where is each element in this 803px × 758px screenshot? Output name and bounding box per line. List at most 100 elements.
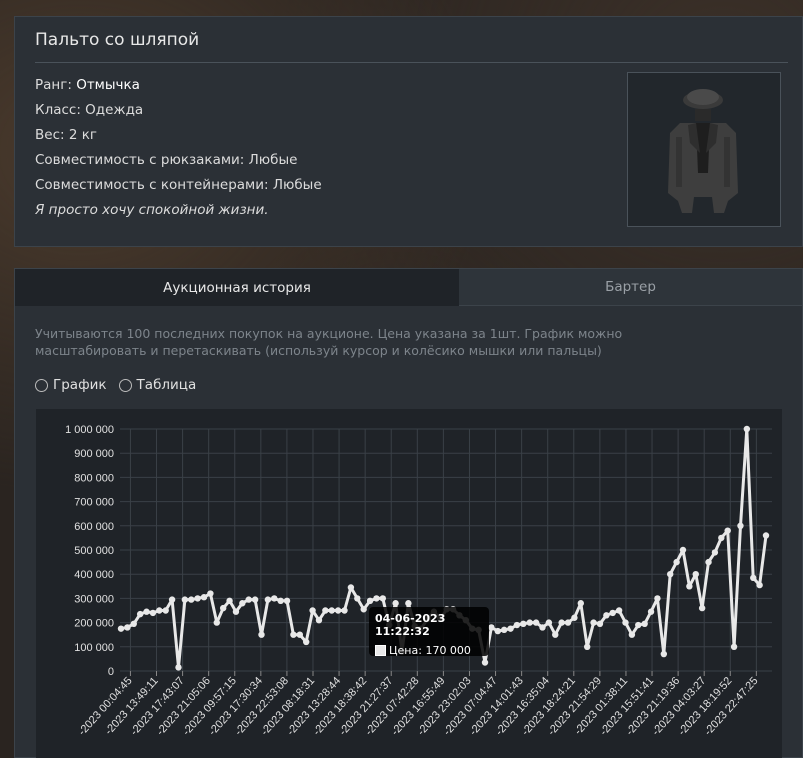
price-point — [347, 584, 355, 591]
price-point — [283, 597, 291, 605]
price-point — [571, 614, 578, 621]
price-point — [711, 549, 719, 556]
tab-auction-history[interactable]: Аукционная история — [15, 269, 459, 306]
price-point — [705, 558, 712, 566]
price-point — [258, 631, 265, 638]
y-tick-label: 400 000 — [74, 569, 114, 581]
price-chart-svg[interactable]: 0 100 000 200 000 300 000 400 000 500 000 600 … — [36, 409, 782, 758]
price-point — [271, 595, 278, 602]
y-tick-label: 200 000 — [74, 618, 114, 630]
price-point — [226, 597, 233, 605]
item-card: Пальто со шляпой Ранг: Отмычка Класс: Од… — [14, 16, 803, 247]
item-title: Пальто со шляпой — [35, 30, 200, 50]
radio-table-circle[interactable] — [118, 378, 132, 392]
price-point — [743, 425, 751, 433]
y-tick-label: 300 000 — [74, 593, 114, 605]
price-point — [641, 620, 648, 628]
price-point — [481, 659, 489, 666]
price-point — [500, 626, 508, 634]
price-point — [494, 627, 501, 635]
radio-chart-circle[interactable] — [35, 378, 48, 392]
price-point — [124, 624, 131, 631]
container-compat-row: Совместимость с контейнерами: Любые — [35, 177, 322, 193]
item-image — [627, 72, 781, 227]
y-tick-label: 800 000 — [74, 472, 114, 484]
price-point — [686, 583, 693, 590]
price-point — [302, 638, 310, 646]
price-point — [539, 624, 546, 631]
price-point — [156, 607, 163, 614]
y-tick-label: 100 000 — [74, 642, 114, 654]
price-point — [207, 590, 214, 597]
price-point — [590, 619, 597, 626]
price-point — [654, 595, 661, 602]
view-mode-options: График Таблица — [35, 377, 196, 393]
rank-label: Ранг: — [35, 77, 77, 93]
price-point — [724, 527, 731, 534]
price-point — [309, 607, 316, 614]
radio-table[interactable]: Таблица — [118, 377, 197, 393]
radio-chart[interactable]: График — [35, 377, 107, 393]
price-point — [290, 631, 297, 638]
price-point — [513, 621, 521, 629]
price-point — [692, 571, 699, 578]
price-point — [239, 600, 246, 607]
price-point — [532, 619, 540, 626]
tab-barter[interactable]: Бартер — [459, 269, 802, 306]
tab-bar: Аукционная история Бартер — [15, 269, 802, 306]
price-point — [667, 571, 674, 578]
tooltip-row: Цена: 170 000 — [375, 644, 483, 657]
price-point — [136, 610, 144, 618]
price-point — [737, 522, 744, 529]
class-row: Класс: Одежда — [35, 102, 144, 118]
rank-row: Ранг: Отмычка — [35, 73, 322, 98]
weight-row: Вес: 2 кг — [35, 127, 97, 143]
price-point — [245, 596, 252, 603]
price-point — [175, 664, 182, 671]
price-point — [117, 625, 125, 632]
price-point — [603, 612, 610, 619]
rank-value: Отмычка — [76, 77, 140, 93]
price-point — [507, 625, 514, 632]
y-tick-label: 900 000 — [74, 448, 114, 460]
price-chart[interactable]: 0 100 000 200 000 300 000 400 000 500 000 600 … — [36, 409, 782, 758]
backpack-compat-row: Совместимость с рюкзаками: Любые — [35, 152, 298, 168]
tooltip-label: Цена: 170 000 — [389, 644, 471, 657]
price-point — [162, 607, 169, 614]
radio-table-label: Таблица — [136, 377, 197, 393]
price-point — [296, 631, 304, 638]
price-point — [622, 619, 629, 626]
price-point — [615, 607, 623, 614]
price-point — [583, 643, 591, 650]
coat-with-hat-image — [668, 89, 738, 213]
y-tick-label: 0 — [108, 666, 114, 678]
tooltip-swatch — [375, 645, 386, 656]
y-tick-label: 1 000 000 — [65, 424, 114, 436]
price-point — [213, 619, 220, 626]
price-point — [673, 558, 680, 566]
auction-history-panel: Аукционная история Бартер Учитываются 10… — [14, 268, 803, 758]
price-point — [143, 608, 150, 615]
price-point — [130, 620, 137, 628]
price-point — [251, 596, 259, 603]
price-point — [552, 631, 559, 638]
price-point — [354, 595, 361, 602]
price-point — [762, 532, 770, 539]
price-point — [373, 595, 380, 602]
price-point — [194, 595, 201, 602]
price-point — [366, 597, 374, 605]
price-point — [545, 619, 553, 626]
price-point — [379, 595, 387, 602]
price-point — [360, 606, 367, 613]
price-point — [405, 600, 412, 607]
price-point — [609, 609, 616, 617]
price-point — [520, 620, 527, 628]
price-point — [188, 596, 195, 603]
price-point — [635, 621, 642, 629]
radio-chart-label: График — [53, 377, 107, 393]
price-point — [328, 607, 335, 614]
price-point — [232, 608, 240, 615]
chart-tooltip: 04-06-2023 11:22:32 Цена: 170 000 — [369, 607, 489, 657]
price-point — [756, 581, 763, 589]
price-point — [647, 608, 655, 615]
